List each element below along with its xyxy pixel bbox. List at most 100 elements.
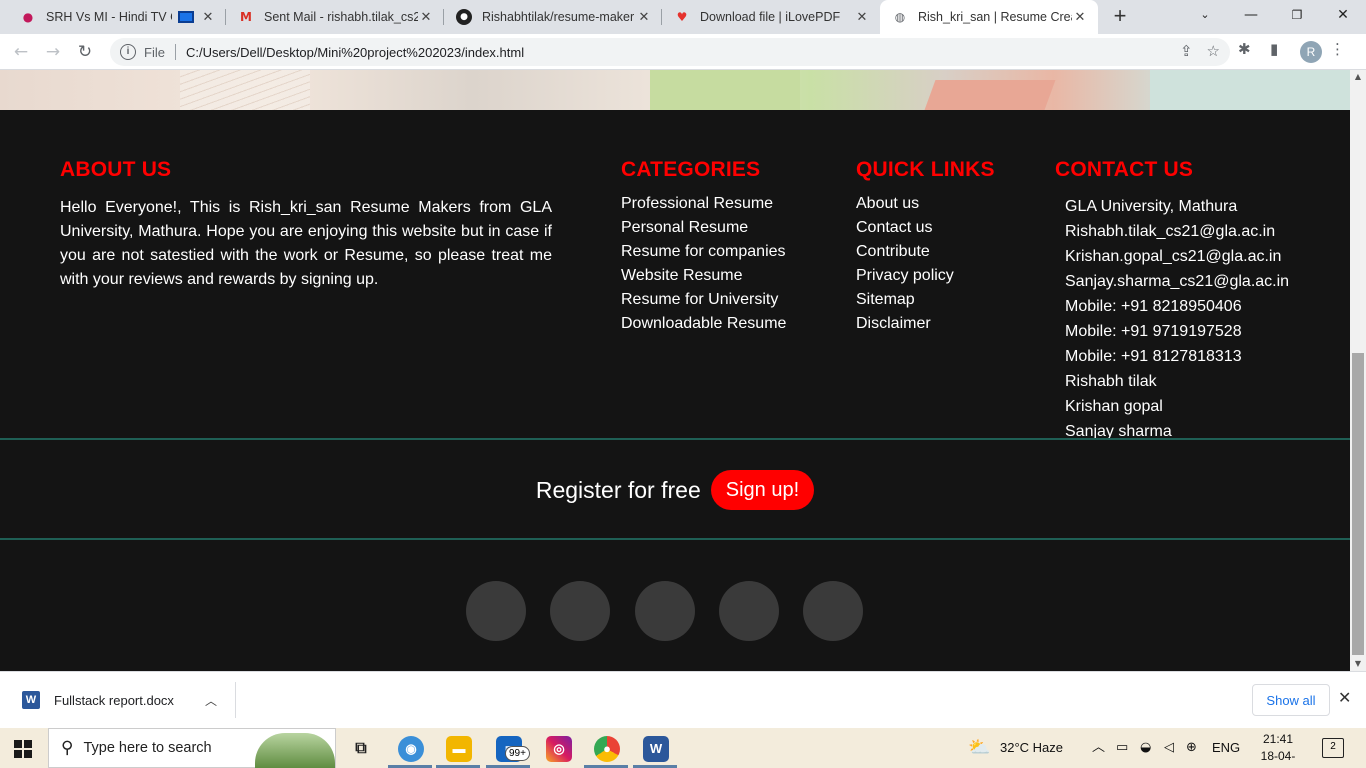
category-link[interactable]: Professional Resume [621, 192, 786, 216]
contact-item: Mobile: +91 8127818313 [1065, 348, 1242, 365]
download-item[interactable]: W Fullstack report.docx ︿ [16, 682, 236, 718]
tab-search-icon[interactable]: ⌄ [1182, 0, 1228, 30]
tab-resume-creator[interactable]: ◍ Rish_kri_san | Resume Creator ✕ [880, 0, 1098, 34]
extensions-icon[interactable]: ✱ [1238, 40, 1251, 58]
contact-item: Mobile: +91 9719197528 [1065, 323, 1242, 340]
date: 18-04-2023 [1260, 749, 1296, 768]
language-indicator[interactable]: ENG [1212, 728, 1240, 768]
social-icon[interactable] [466, 581, 526, 641]
minimize-button[interactable]: — [1228, 0, 1274, 30]
weather-text[interactable]: 32°C Haze [1000, 728, 1063, 768]
quick-link[interactable]: Privacy policy [856, 264, 954, 288]
sign-up-button[interactable]: Sign up! [710, 470, 815, 510]
category-link[interactable]: Resume for University [621, 288, 786, 312]
tab-github[interactable]: ● Rishabhtilak/resume-maker ✕ [444, 0, 662, 34]
search-icon: ⚲ [61, 738, 74, 758]
quick-link[interactable]: Sitemap [856, 288, 954, 312]
contact-item: Krishan gopal [1065, 398, 1163, 415]
edge-profile-icon[interactable]: ◉ [398, 736, 424, 762]
divider [174, 44, 176, 60]
scrollbar-thumb[interactable] [1352, 353, 1364, 655]
hero-image [0, 70, 1350, 110]
contact-item[interactable]: Krishan.gopal_cs21@gla.ac.in [1065, 244, 1289, 269]
social-icon[interactable] [550, 581, 610, 641]
back-button[interactable]: ← [9, 40, 33, 64]
time: 21:41 [1262, 732, 1294, 746]
close-tab-icon[interactable]: ✕ [636, 10, 652, 25]
windows-start-icon[interactable] [14, 740, 32, 758]
forward-button[interactable]: → [41, 40, 65, 64]
quick-link[interactable]: Contact us [856, 216, 954, 240]
side-panel-icon[interactable]: ▮ [1270, 40, 1278, 58]
weather-icon[interactable]: ⛅ [968, 728, 990, 768]
close-tab-icon[interactable]: ✕ [418, 10, 434, 25]
page-viewport: ABOUT US Hello Everyone!, This is Rish_k… [0, 70, 1350, 671]
github-icon: ● [456, 9, 472, 25]
quick-links-heading: QUICK LINKS [856, 158, 995, 181]
social-icon[interactable] [635, 581, 695, 641]
task-view-icon[interactable]: ⧉ [348, 736, 374, 762]
scheme-label: File [144, 44, 165, 60]
site-info-icon[interactable]: i [120, 44, 136, 60]
close-tab-icon[interactable]: ✕ [854, 10, 870, 25]
bookmark-star-icon[interactable]: ☆ [1207, 42, 1220, 60]
close-download-bar-icon[interactable]: ✕ [1338, 688, 1351, 707]
globe-icon[interactable]: ⊕ [1186, 728, 1197, 768]
divider [0, 538, 1350, 540]
taskbar-search-input[interactable]: ⚲ Type here to search [48, 728, 336, 768]
share-icon[interactable]: ⇪ [1180, 42, 1193, 60]
tab-ilovepdf[interactable]: ♥ Download file | iLovePDF ✕ [662, 0, 880, 34]
categories-list: Professional Resume Personal Resume Resu… [621, 192, 786, 336]
scroll-up-arrow-icon[interactable]: ▲ [1350, 70, 1366, 84]
contact-item[interactable]: Sanjay.sharma_cs21@gla.ac.in [1065, 269, 1289, 294]
category-link[interactable]: Personal Resume [621, 216, 786, 240]
category-link[interactable]: Downloadable Resume [621, 312, 786, 336]
new-tab-button[interactable]: + [1108, 5, 1132, 29]
menu-icon[interactable]: ⋮ [1330, 40, 1345, 58]
categories-heading: CATEGORIES [621, 158, 761, 181]
chevron-up-icon[interactable]: ︿ [1092, 728, 1105, 768]
contact-heading: CONTACT US [1055, 158, 1194, 181]
close-window-button[interactable]: ✕ [1320, 0, 1366, 30]
category-link[interactable]: Resume for companies [621, 240, 786, 264]
chevron-up-icon[interactable]: ︿ [205, 692, 217, 709]
tab-gmail[interactable]: M Sent Mail - rishabh.tilak_cs21 ✕ [226, 0, 444, 34]
reload-button[interactable]: ↻ [73, 40, 97, 64]
scroll-down-arrow-icon[interactable]: ▼ [1350, 657, 1366, 671]
battery-icon[interactable]: ▭ [1116, 728, 1128, 768]
quick-link[interactable]: Contribute [856, 240, 954, 264]
page-scrollbar[interactable]: ▲ ▼ [1350, 70, 1366, 671]
notification-icon[interactable]: 2 [1322, 738, 1344, 758]
network-icon[interactable]: ◒ [1140, 728, 1151, 768]
contact-item: GLA University, Mathura [1065, 198, 1238, 215]
close-tab-icon[interactable]: ✕ [1072, 10, 1088, 25]
quick-link[interactable]: Disclaimer [856, 312, 954, 336]
url-text[interactable]: C:/Users/Dell/Desktop/Mini%20project%202… [186, 45, 524, 60]
contact-list: GLA University, Mathura Rishabh.tilak_cs… [1065, 194, 1289, 444]
file-explorer-icon[interactable]: ▬ [446, 736, 472, 762]
restore-button[interactable]: ❐ [1274, 0, 1320, 30]
contact-item[interactable]: Rishabh.tilak_cs21@gla.ac.in [1065, 219, 1289, 244]
word-document-icon: W [22, 691, 40, 709]
word-icon[interactable]: W [643, 736, 669, 762]
download-filename: Fullstack report.docx [54, 692, 174, 708]
chrome-icon[interactable]: ● [594, 736, 620, 762]
contact-item: Sanjay sharma [1065, 423, 1172, 440]
quick-link[interactable]: About us [856, 192, 954, 216]
show-all-button[interactable]: Show all [1252, 684, 1330, 716]
about-text: Hello Everyone!, This is Rish_kri_san Re… [60, 199, 552, 288]
instagram-icon[interactable]: ◎ [546, 736, 572, 762]
category-link[interactable]: Website Resume [621, 264, 786, 288]
contact-item: Mobile: +91 8218950406 [1065, 298, 1242, 315]
tv-icon: ● [22, 10, 34, 24]
avatar[interactable]: R [1300, 41, 1322, 63]
address-bar[interactable]: i File C:/Users/Dell/Desktop/Mini%20proj… [110, 38, 1230, 66]
clock[interactable]: 21:41 18-04-2023 [1248, 731, 1308, 768]
social-icon[interactable] [719, 581, 779, 641]
social-icon[interactable] [803, 581, 863, 641]
volume-icon[interactable]: ◁ [1164, 728, 1174, 768]
tab-srh-vs-mi[interactable]: ● SRH Vs MI - Hindi TV Ch ✕ [8, 0, 226, 34]
close-tab-icon[interactable]: ✕ [200, 10, 216, 25]
search-highlight-image [255, 733, 335, 768]
windows-taskbar: ⚲ Type here to search ⧉ ◉ ▬ ✉ 99+ ◎ ● W … [0, 728, 1366, 768]
